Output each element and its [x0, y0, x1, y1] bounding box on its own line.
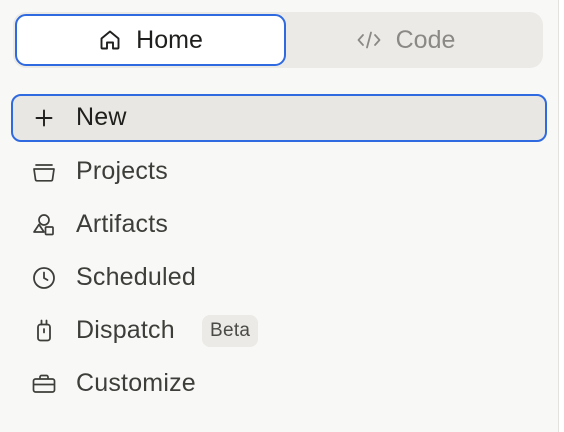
beta-badge: Beta [202, 315, 259, 347]
plus-icon [31, 105, 57, 131]
nav-item-label: Artifacts [76, 209, 169, 238]
briefcase-icon [31, 371, 57, 397]
nav-item-label: Projects [76, 156, 168, 185]
shapes-icon [31, 212, 57, 238]
home-icon [98, 28, 122, 52]
tab-code-label: Code [395, 25, 456, 54]
nav-item-customize[interactable]: Customize [11, 360, 547, 408]
nav-item-label: Scheduled [76, 262, 196, 291]
code-icon [356, 28, 382, 52]
nav-item-scheduled[interactable]: Scheduled [11, 254, 547, 302]
nav-item-dispatch[interactable]: Dispatch Beta [11, 307, 547, 355]
tab-home[interactable]: Home [15, 14, 286, 66]
nav-item-projects[interactable]: Projects [11, 148, 547, 196]
tab-home-label: Home [136, 25, 203, 54]
nav-item-label: Customize [76, 368, 196, 397]
scrollbar[interactable] [558, 0, 564, 432]
tab-code[interactable]: Code [270, 14, 541, 66]
clock-icon [31, 265, 57, 291]
sidebar: Home Code New Projects Artifacts Schedul… [0, 0, 564, 432]
nav-item-label: New [76, 102, 127, 131]
device-icon [31, 318, 57, 344]
mode-toggle: Home Code [13, 12, 543, 68]
nav-item-label: Dispatch [76, 315, 175, 344]
nav-item-new[interactable]: New [11, 94, 547, 142]
folder-icon [31, 159, 57, 185]
nav-item-artifacts[interactable]: Artifacts [11, 201, 547, 249]
